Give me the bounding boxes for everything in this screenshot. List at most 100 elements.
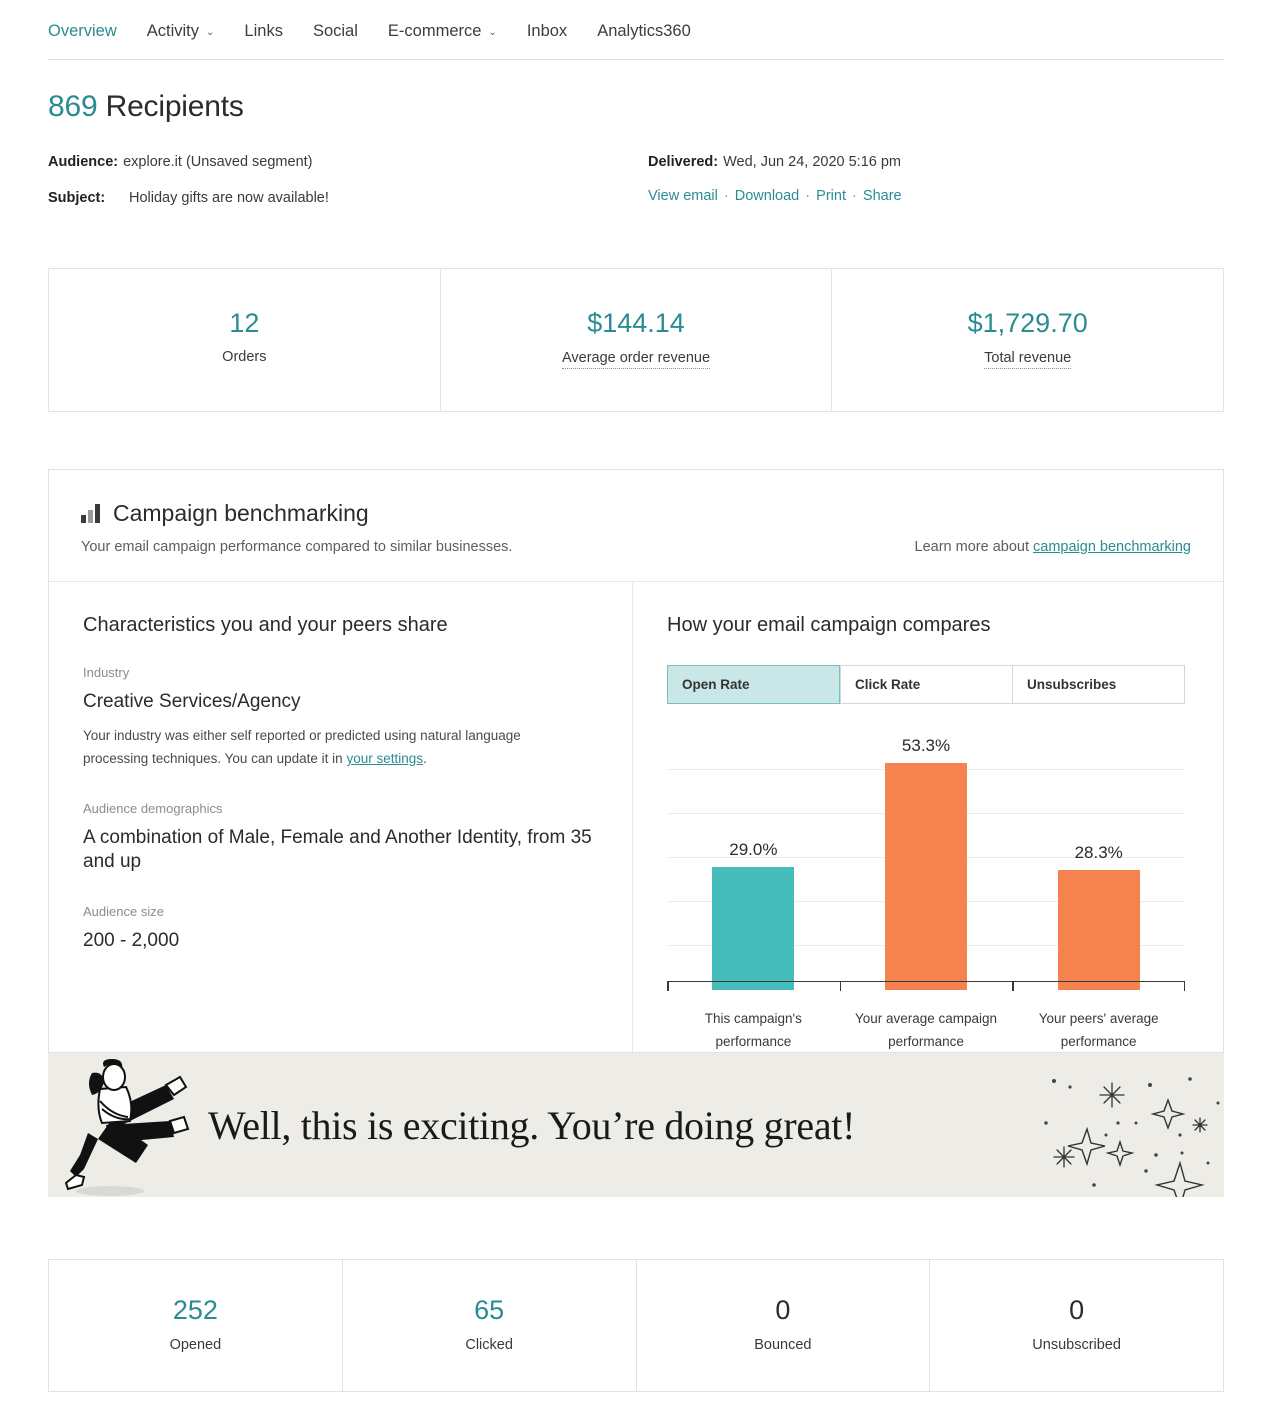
nav-tab-analytics360-label: Analytics360: [597, 22, 691, 40]
field-audience-size: Audience size 200 - 2,000: [83, 904, 600, 953]
celebration-message: Well, this is exciting. You’re doing gre…: [208, 1102, 856, 1148]
stat-total-revenue-label[interactable]: Total revenue: [984, 350, 1072, 370]
benchmarking-subtitle: Your email campaign performance compared…: [81, 539, 513, 556]
audience-label: Audience:: [48, 154, 119, 170]
stat-average-order-revenue: $144.14 Average order revenue: [441, 268, 833, 412]
share-link[interactable]: Share: [863, 188, 902, 204]
bar-this-campaign[interactable]: [712, 866, 795, 991]
bar-value-peers-average: 28.3%: [1074, 842, 1123, 862]
stat-average-order-revenue-label[interactable]: Average order revenue: [561, 350, 711, 370]
stat-orders-label: Orders: [222, 349, 267, 366]
field-audience-demographics-value: A combination of Male, Female and Anothe…: [83, 826, 592, 873]
view-email-link[interactable]: View email: [648, 188, 718, 204]
campaign-benchmarking-link[interactable]: campaign benchmarking: [1033, 539, 1191, 555]
chart-plot-area: 29.0% 53.3% 28.3%: [667, 726, 1185, 991]
ecommerce-stats-strip: 12 Orders $144.14 Average order revenue …: [48, 267, 1224, 413]
bar-value-your-average: 53.3%: [901, 736, 951, 756]
chevron-down-icon: ⌄: [488, 26, 497, 38]
bar-group-this-campaign: 29.0%: [667, 726, 840, 991]
nav-tab-activity-label: Activity: [146, 22, 200, 40]
benchmark-bar-chart: 29.0% 53.3% 28.3% This campaign's perfor…: [667, 726, 1185, 1049]
field-industry-note: Your industry was either self reported o…: [83, 724, 563, 771]
campaign-header: 869 Recipients Audience: explore.it (Uns…: [48, 60, 1224, 224]
engagement-stats-strip: 252 Opened 65 Clicked 0 Bounced 0 Unsubs…: [48, 1259, 1224, 1392]
nav-tab-overview-label: Overview: [48, 22, 117, 40]
tab-open-rate[interactable]: Open Rate: [667, 665, 840, 705]
stat-opened: 252 Opened: [49, 1260, 343, 1391]
print-link[interactable]: Print: [816, 188, 846, 204]
stat-bounced-label: Bounced: [754, 1336, 812, 1353]
chart-x-labels: This campaign's performance Your average…: [667, 1008, 1185, 1054]
comparison-column: How your email campaign compares Open Ra…: [633, 582, 1223, 1052]
delivered-label: Delivered:: [648, 154, 719, 170]
field-audience-demographics-label: Audience demographics: [83, 800, 223, 816]
campaign-meta-left: Audience: explore.it (Unsaved segment) S…: [48, 152, 648, 224]
action-separator: ·: [852, 187, 857, 204]
subject-value: Holiday gifts are now available!: [129, 189, 329, 206]
bar-chart-icon: [81, 504, 100, 524]
bar-your-average[interactable]: [885, 763, 967, 991]
benchmarking-title-row: Campaign benchmarking: [81, 500, 1191, 527]
stat-unsubscribed-label: Unsubscribed: [1032, 1336, 1121, 1353]
nav-tab-links[interactable]: Links: [244, 22, 283, 41]
nav-tab-ecommerce-label: E-commerce: [387, 22, 482, 40]
subject-label: Subject:: [48, 189, 106, 206]
nav-tab-inbox[interactable]: Inbox: [527, 22, 567, 41]
field-audience-size-label: Audience size: [83, 904, 164, 920]
campaign-actions: View email · Download · Print · Share: [648, 188, 1224, 204]
nav-tab-links-label: Links: [244, 22, 283, 40]
nav-tab-social-label: Social: [312, 22, 358, 40]
nav-tab-activity[interactable]: Activity ⌄: [147, 22, 215, 41]
stat-clicked-value[interactable]: 65: [353, 1295, 626, 1326]
x-label-your-average: Your average campaign performance: [854, 1011, 998, 1050]
metric-tab-group: Open Rate Click Rate Unsubscribes: [667, 665, 1185, 705]
characteristics-title: Characteristics you and your peers share: [83, 614, 448, 637]
chevron-down-icon: ⌄: [206, 26, 215, 38]
nav-tab-ecommerce[interactable]: E-commerce ⌄: [388, 22, 497, 41]
action-separator: ·: [723, 187, 729, 204]
celebration-banner: Well, this is exciting. You’re doing gre…: [48, 1053, 1224, 1198]
stat-bounced-value: 0: [775, 1295, 791, 1326]
industry-note-after: .: [423, 751, 427, 767]
stat-opened-label: Opened: [169, 1336, 222, 1353]
bar-value-this-campaign: 29.0%: [729, 839, 778, 859]
campaign-meta: Audience: explore.it (Unsaved segment) S…: [48, 152, 1224, 224]
tab-click-rate[interactable]: Click Rate: [840, 665, 1012, 705]
page-title: 869 Recipients: [48, 90, 1224, 124]
tab-unsubscribes[interactable]: Unsubscribes: [1012, 665, 1185, 705]
stat-opened-value[interactable]: 252: [59, 1295, 332, 1326]
stat-orders-value: 12: [229, 307, 260, 338]
field-audience-demographics: Audience demographics A combination of M…: [83, 801, 600, 875]
sparkles-illustration: [1044, 1077, 1220, 1198]
nav-tab-social[interactable]: Social: [313, 22, 358, 41]
stat-unsubscribed-value: 0: [1069, 1295, 1085, 1326]
your-settings-link[interactable]: your settings: [346, 751, 423, 766]
bar-group-your-average: 53.3%: [840, 726, 1013, 991]
stat-clicked-label: Clicked: [465, 1336, 513, 1353]
bar-peers-average[interactable]: [1057, 869, 1140, 991]
x-label-this-campaign: This campaign's performance: [704, 1011, 802, 1050]
benchmarking-header: Campaign benchmarking Your email campaig…: [49, 470, 1223, 583]
characteristics-column: Characteristics you and your peers share…: [49, 582, 633, 1053]
action-separator: ·: [805, 187, 811, 204]
learn-more-text: Learn more about campaign benchmarking: [915, 539, 1191, 555]
recipient-count: 869: [48, 90, 98, 123]
campaign-report-page: Overview Activity ⌄ Links Social E-comme…: [0, 0, 1272, 1392]
dancing-person-illustration: [64, 1059, 190, 1197]
nav-tab-analytics360[interactable]: Analytics360: [597, 22, 691, 41]
nav-tab-inbox-label: Inbox: [526, 22, 568, 40]
delivered-row: Delivered: Wed, Jun 24, 2020 5:16 pm: [648, 152, 1224, 174]
stat-total-revenue-value: $1,729.70: [967, 307, 1088, 338]
stat-total-revenue: $1,729.70 Total revenue: [832, 269, 1223, 412]
download-link[interactable]: Download: [735, 188, 800, 204]
stat-orders: 12 Orders: [49, 268, 441, 412]
field-industry-label: Industry: [83, 665, 130, 681]
stat-unsubscribed: 0 Unsubscribed: [930, 1260, 1223, 1391]
field-industry-value: Creative Services/Agency: [83, 691, 301, 713]
industry-note-before: Your industry was either self reported o…: [83, 727, 521, 767]
delivered-value: Wed, Jun 24, 2020 5:16 pm: [723, 154, 902, 170]
audience-row: Audience: explore.it (Unsaved segment): [48, 152, 648, 174]
benchmarking-title: Campaign benchmarking: [113, 500, 369, 527]
nav-tab-overview[interactable]: Overview: [48, 22, 117, 41]
learn-more-prefix: Learn more about: [914, 539, 1034, 556]
